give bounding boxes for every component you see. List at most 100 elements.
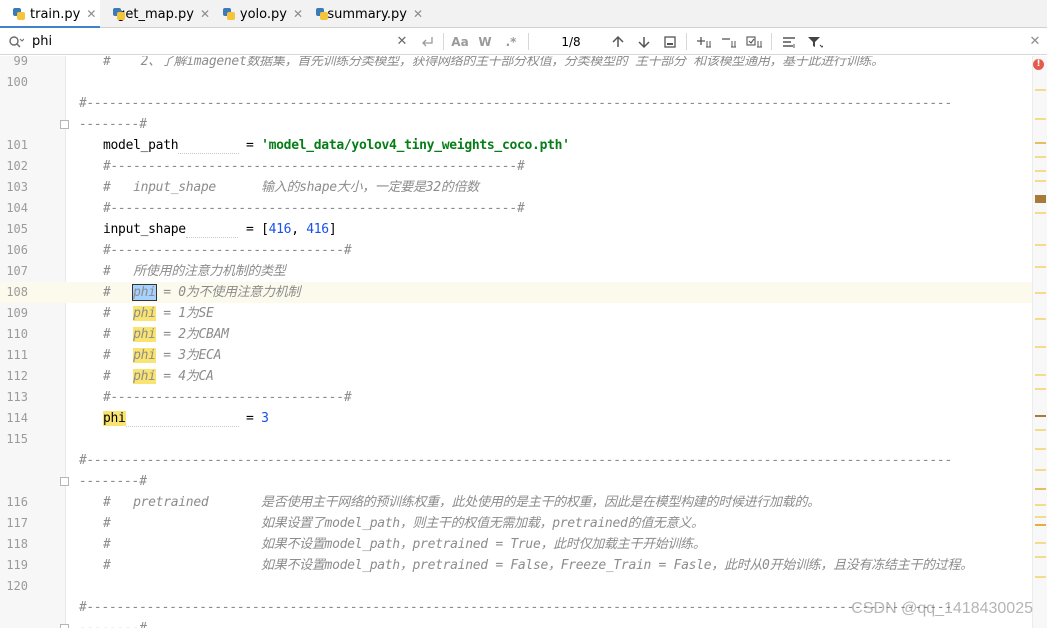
- select-all-matches-icon[interactable]: [744, 28, 766, 55]
- code-editor[interactable]: 99 # 2、了解imagenet数据集，首先训练分类模型，获得网络的主干部分权值…: [0, 56, 1047, 628]
- tab-yolo-py[interactable]: yolo.py ✕: [210, 0, 303, 28]
- filter-settings-icon[interactable]: [778, 28, 800, 55]
- fold-icon[interactable]: [60, 624, 69, 628]
- code-line[interactable]: 109 # phi = 1为SE: [0, 303, 1032, 324]
- close-icon[interactable]: ✕: [86, 7, 96, 21]
- code-line[interactable]: 107 # 所使用的注意力机制的类型: [0, 261, 1032, 282]
- match-case-toggle[interactable]: Aa: [450, 28, 470, 55]
- code-line[interactable]: #---------------------------------------…: [0, 93, 1032, 114]
- code-line[interactable]: 115: [0, 429, 1032, 450]
- comment-text: #: [103, 327, 134, 342]
- editor-tab-bar: train.py ✕ get_map.py ✕ yolo.py ✕ summar…: [0, 0, 1047, 29]
- line-number: 117: [6, 516, 28, 530]
- close-icon[interactable]: ✕: [393, 28, 411, 55]
- code-text: # phi = 0为不使用注意力机制: [103, 282, 300, 303]
- padding: [125, 411, 239, 427]
- code-line[interactable]: --------#: [0, 114, 1032, 135]
- code-text: input_shape = [416, 416]: [103, 219, 337, 240]
- search-match: phi: [133, 348, 156, 363]
- close-icon[interactable]: ✕: [413, 7, 423, 21]
- code-text: phi = 3: [103, 408, 269, 429]
- tab-summary-py[interactable]: summary.py ✕: [303, 0, 423, 28]
- comment-text: = 2为CBAM: [155, 327, 229, 342]
- comment-text: #---------------------------------------…: [79, 96, 953, 111]
- comment-text: #: [103, 348, 134, 363]
- newline-icon[interactable]: [418, 28, 438, 55]
- line-number: 116: [6, 495, 28, 509]
- comment-text: # 如果不设置model_path，pretrained = False，Fre…: [103, 558, 973, 573]
- code-line[interactable]: 104 #------------------------------------…: [0, 198, 1032, 219]
- line-number: 115: [6, 432, 28, 446]
- filter-icon[interactable]: [804, 28, 826, 55]
- line-number: 102: [6, 159, 28, 173]
- line-number: 104: [6, 201, 28, 215]
- code-line[interactable]: 112 # phi = 4为CA: [0, 366, 1032, 387]
- code-line[interactable]: 101 model_path = 'model_data/yolov4_tiny_…: [0, 135, 1032, 156]
- tab-get-map-py[interactable]: get_map.py ✕: [100, 0, 210, 28]
- code-text: # phi = 3为ECA: [103, 345, 221, 366]
- code-text: # 所使用的注意力机制的类型: [103, 261, 286, 282]
- variable-name: input_shape: [103, 222, 186, 237]
- search-input[interactable]: [32, 32, 392, 51]
- current-search-match: phi: [132, 284, 157, 301]
- code-line[interactable]: 102 #------------------------------------…: [0, 156, 1032, 177]
- error-stripe[interactable]: [1032, 56, 1047, 628]
- close-icon[interactable]: ✕: [200, 7, 210, 21]
- select-all-occurrences-icon[interactable]: [660, 28, 680, 55]
- code-line[interactable]: 105 input_shape = [416, 416]: [0, 219, 1032, 240]
- close-icon[interactable]: ✕: [293, 7, 303, 21]
- code-line[interactable]: 116 # pretrained 是否使用主干网络的预训练权重，此处使用的是主干的…: [0, 492, 1032, 513]
- operator: = [: [238, 222, 269, 237]
- code-text: # input_shape 输入的shape大小，一定要是32的倍数: [103, 177, 479, 198]
- comment-text: --------#: [79, 621, 147, 628]
- code-line[interactable]: 100: [0, 72, 1032, 93]
- arrow-down-icon[interactable]: [634, 28, 654, 55]
- fold-icon[interactable]: [60, 120, 69, 129]
- code-line[interactable]: 103 # input_shape 输入的shape大小，一定要是32的倍数: [0, 177, 1032, 198]
- code-line[interactable]: 117 # 如果设置了model_path，则主干的权值无需加载，pretrain…: [0, 513, 1032, 534]
- code-line[interactable]: 120: [0, 576, 1032, 597]
- fold-icon[interactable]: [60, 477, 69, 486]
- code-line[interactable]: 113 #-------------------------------#: [0, 387, 1032, 408]
- remove-occurrence-icon[interactable]: [718, 28, 740, 55]
- comment-text: = 1为SE: [155, 306, 214, 321]
- code-line[interactable]: --------#: [0, 471, 1032, 492]
- code-line[interactable]: --------#: [0, 618, 1032, 628]
- comment-text: # 如果设置了model_path，则主干的权值无需加载，pretrained的…: [103, 516, 704, 531]
- code-text: # phi = 1为SE: [103, 303, 214, 324]
- code-line[interactable]: 114 phi = 3: [0, 408, 1032, 429]
- line-number: 120: [6, 579, 28, 593]
- tab-train-py[interactable]: train.py ✕: [0, 0, 100, 29]
- add-occurrence-icon[interactable]: [693, 28, 715, 55]
- code-line[interactable]: #---------------------------------------…: [0, 450, 1032, 471]
- code-line[interactable]: 106 #-------------------------------#: [0, 240, 1032, 261]
- code-line[interactable]: 108 # phi = 0为不使用注意力机制: [0, 282, 1032, 303]
- code-text: # pretrained 是否使用主干网络的预训练权重，此处使用的是主干的权重，…: [103, 492, 820, 513]
- comment-text: #---------------------------------------…: [103, 201, 525, 216]
- line-number: 111: [6, 348, 28, 362]
- punctuation: ]: [328, 222, 337, 237]
- whole-words-toggle[interactable]: W: [475, 28, 495, 55]
- code-text: #-------------------------------#: [103, 240, 352, 261]
- comment-text: #---------------------------------------…: [79, 453, 953, 468]
- line-number: 108: [6, 285, 28, 299]
- code-text: # 2、了解imagenet数据集，首先训练分类模型，获得网络的主干部分权值，分…: [103, 56, 884, 72]
- code-line[interactable]: 119 # 如果不设置model_path，pretrained = False，…: [0, 555, 1032, 576]
- line-number: 109: [6, 306, 28, 320]
- code-line[interactable]: 99 # 2、了解imagenet数据集，首先训练分类模型，获得网络的主干部分权值…: [0, 56, 1032, 72]
- comment-text: = 3为ECA: [155, 348, 222, 363]
- comment-text: #: [103, 285, 134, 300]
- code-line[interactable]: 111 # phi = 3为ECA: [0, 345, 1032, 366]
- python-file-icon: [112, 7, 125, 21]
- punctuation: ,: [291, 222, 307, 237]
- search-icon[interactable]: [6, 28, 26, 55]
- line-number: 106: [6, 243, 28, 257]
- arrow-up-icon[interactable]: [608, 28, 628, 55]
- close-icon[interactable]: ✕: [1026, 28, 1044, 55]
- comment-text: #---------------------------------------…: [103, 159, 525, 174]
- python-file-icon: [222, 7, 236, 21]
- error-icon[interactable]: !: [1033, 59, 1044, 70]
- code-line[interactable]: 118 # 如果不设置model_path，pretrained = True，此…: [0, 534, 1032, 555]
- regex-toggle[interactable]: .*: [500, 28, 522, 55]
- code-line[interactable]: 110 # phi = 2为CBAM: [0, 324, 1032, 345]
